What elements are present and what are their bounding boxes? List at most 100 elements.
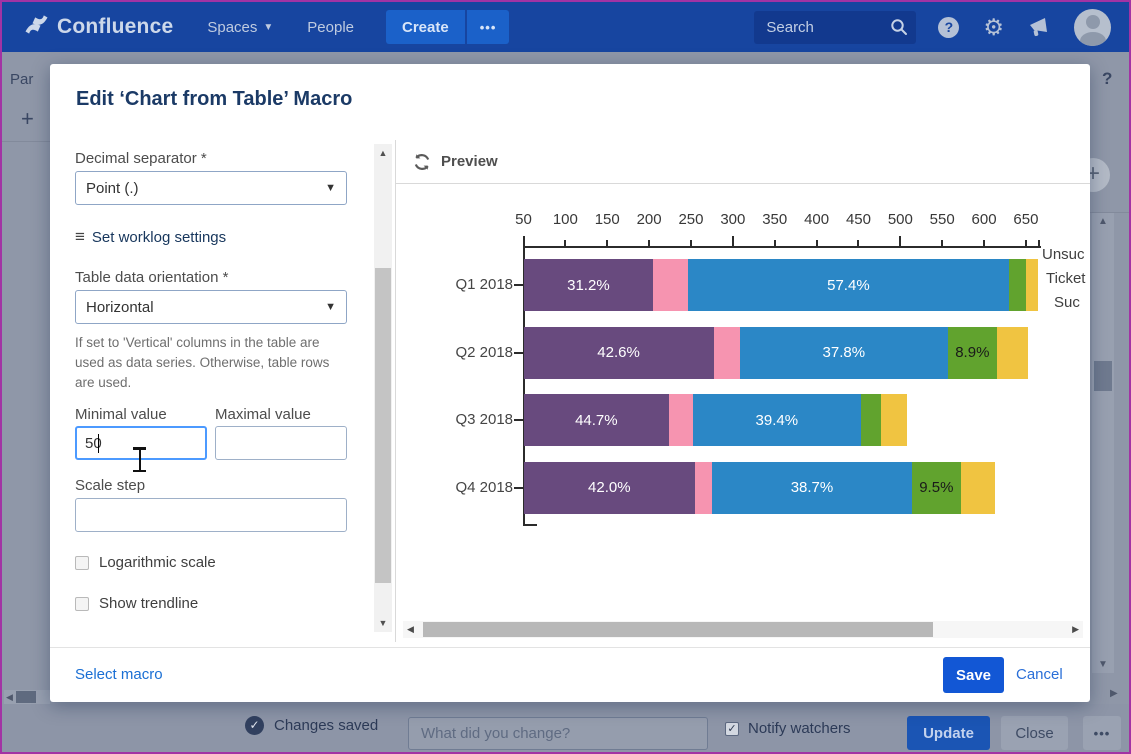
set-worklog-settings-link[interactable]: ≡ Set worklog settings bbox=[75, 227, 226, 247]
legend-label: Suc bbox=[1054, 294, 1080, 311]
category-label: Q3 2018 bbox=[433, 411, 513, 428]
nav-spaces[interactable]: Spaces ▼ bbox=[207, 19, 273, 36]
notifications-icon[interactable] bbox=[1028, 17, 1050, 37]
decimal-separator-label: Decimal separator * bbox=[75, 150, 207, 167]
segment-blue: 38.7% bbox=[712, 462, 912, 514]
screenshot-root: Confluence Spaces ▼ People Create ••• ? … bbox=[0, 0, 1131, 754]
navbar-more-button[interactable]: ••• bbox=[467, 10, 510, 44]
category-label: Q2 2018 bbox=[433, 344, 513, 361]
preview-header: Preview bbox=[396, 140, 1090, 184]
category-label: Q1 2018 bbox=[433, 276, 513, 293]
preview-horizontal-scrollbar[interactable]: ◀ ▶ bbox=[403, 621, 1083, 638]
check-circle-icon: ✓ bbox=[245, 716, 264, 735]
x-axis-line bbox=[524, 246, 1041, 248]
logarithmic-scale-checkbox[interactable]: Logarithmic scale bbox=[75, 554, 216, 571]
scale-step-label: Scale step bbox=[75, 477, 145, 494]
logarithmic-scale-label: Logarithmic scale bbox=[99, 554, 216, 571]
axis-tick-label: 400 bbox=[795, 211, 839, 228]
search-icon[interactable] bbox=[890, 18, 908, 41]
maximal-value-label: Maximal value bbox=[215, 406, 311, 423]
segment-purple: 31.2% bbox=[524, 259, 654, 311]
create-button[interactable]: Create bbox=[386, 10, 465, 44]
segment-pink bbox=[714, 327, 740, 379]
nav-people[interactable]: People bbox=[307, 19, 354, 36]
top-navbar: Confluence Spaces ▼ People Create ••• ? … bbox=[2, 2, 1129, 52]
editor-bottom-bar: ✓ Changes saved ✓ Notify watchers Update… bbox=[2, 704, 1129, 754]
decimal-separator-select[interactable]: Point (.) ▼ bbox=[75, 171, 347, 205]
axis-tick-label: 200 bbox=[627, 211, 671, 228]
axis-tick-label: 150 bbox=[585, 211, 629, 228]
notify-watchers-checkbox[interactable]: ✓ Notify watchers bbox=[725, 720, 851, 737]
checkbox-checked-icon: ✓ bbox=[725, 722, 739, 736]
legend-label: Ticket bbox=[1046, 270, 1085, 287]
toolbar-divider-left bbox=[2, 141, 50, 142]
orientation-select[interactable]: Horizontal ▼ bbox=[75, 290, 347, 324]
save-button[interactable]: Save bbox=[943, 657, 1004, 693]
scroll-right-icon[interactable]: ▶ bbox=[1072, 624, 1079, 635]
preview-panel: Preview 50100150200250300350400450500550… bbox=[395, 140, 1090, 642]
form-scrollbar-thumb[interactable] bbox=[375, 268, 391, 583]
axis-tick-label: 50 bbox=[502, 211, 546, 228]
segment-blue: 39.4% bbox=[693, 394, 861, 446]
select-arrow-icon: ▼ bbox=[325, 301, 336, 313]
gear-icon[interactable]: ⚙ bbox=[983, 16, 1004, 39]
segment-blue: 57.4% bbox=[688, 259, 1010, 311]
segment-purple: 42.6% bbox=[524, 327, 714, 379]
bottom-more-button[interactable]: ••• bbox=[1083, 716, 1121, 750]
segment-yellow bbox=[1026, 259, 1039, 311]
select-macro-link[interactable]: Select macro bbox=[75, 666, 163, 683]
avatar[interactable] bbox=[1074, 9, 1111, 46]
refresh-icon[interactable] bbox=[412, 152, 432, 177]
text-caret bbox=[98, 434, 99, 453]
scale-step-input[interactable] bbox=[75, 498, 347, 532]
scroll-right-icon[interactable]: ▶ bbox=[1110, 688, 1118, 699]
close-button[interactable]: Close bbox=[1001, 716, 1068, 750]
dialog-footer: Select macro Save Cancel bbox=[50, 647, 1090, 702]
mouse-ibeam-cursor bbox=[133, 447, 147, 472]
scroll-up-icon[interactable]: ▲ bbox=[374, 148, 392, 158]
chevron-down-icon: ▼ bbox=[263, 22, 273, 33]
page-vertical-scrollbar-thumb[interactable] bbox=[1094, 361, 1112, 391]
editor-plus-button: + bbox=[21, 106, 34, 132]
y-axis-foot bbox=[523, 524, 537, 526]
category-tick bbox=[514, 487, 523, 489]
nav-spaces-label: Spaces bbox=[207, 19, 257, 36]
cancel-link[interactable]: Cancel bbox=[1016, 666, 1063, 683]
editor-help-icon: ? bbox=[1102, 69, 1112, 89]
segment-yellow bbox=[881, 394, 907, 446]
show-trendline-label: Show trendline bbox=[99, 595, 198, 612]
segment-yellow bbox=[997, 327, 1029, 379]
chart-preview: 50100150200250300350400450500550600650Q1… bbox=[397, 185, 1091, 623]
confluence-mark-icon bbox=[24, 14, 49, 40]
breadcrumb-partial: Par bbox=[10, 71, 33, 88]
page-vertical-scrollbar[interactable]: ▲ ▼ bbox=[1092, 213, 1114, 673]
update-button[interactable]: Update bbox=[907, 716, 990, 750]
change-comment-input[interactable] bbox=[408, 717, 708, 750]
checkbox-icon bbox=[75, 556, 89, 570]
maximal-value-input[interactable] bbox=[215, 426, 347, 460]
orientation-value: Horizontal bbox=[86, 299, 154, 316]
legend-label: Unsuc bbox=[1042, 246, 1085, 263]
scroll-up-icon[interactable]: ▲ bbox=[1092, 216, 1114, 227]
axis-tick-label: 550 bbox=[920, 211, 964, 228]
orientation-help-text: If set to 'Vertical' columns in the tabl… bbox=[75, 333, 351, 393]
form-scrollbar[interactable]: ▲ ▼ bbox=[374, 144, 392, 632]
segment-blue: 37.8% bbox=[740, 327, 949, 379]
axis-tick-label: 500 bbox=[878, 211, 922, 228]
scroll-down-icon[interactable]: ▼ bbox=[1092, 659, 1114, 670]
show-trendline-checkbox[interactable]: Show trendline bbox=[75, 595, 198, 612]
segment-pink bbox=[669, 394, 692, 446]
segment-green bbox=[861, 394, 881, 446]
orientation-label: Table data orientation * bbox=[75, 269, 228, 286]
segment-green bbox=[1009, 259, 1026, 311]
scroll-left-icon[interactable]: ◀ bbox=[6, 692, 13, 703]
help-icon[interactable]: ? bbox=[938, 17, 959, 38]
worklog-link-label: Set worklog settings bbox=[92, 229, 226, 246]
scroll-left-icon[interactable]: ◀ bbox=[407, 624, 414, 635]
page-horizontal-scrollbar[interactable]: ◀ bbox=[4, 690, 50, 704]
page-horizontal-scrollbar-thumb[interactable] bbox=[16, 691, 36, 703]
scroll-down-icon[interactable]: ▼ bbox=[374, 618, 392, 628]
preview-horizontal-scrollbar-thumb[interactable] bbox=[423, 622, 933, 637]
segment-green: 8.9% bbox=[948, 327, 997, 379]
confluence-logo[interactable]: Confluence bbox=[24, 14, 173, 40]
